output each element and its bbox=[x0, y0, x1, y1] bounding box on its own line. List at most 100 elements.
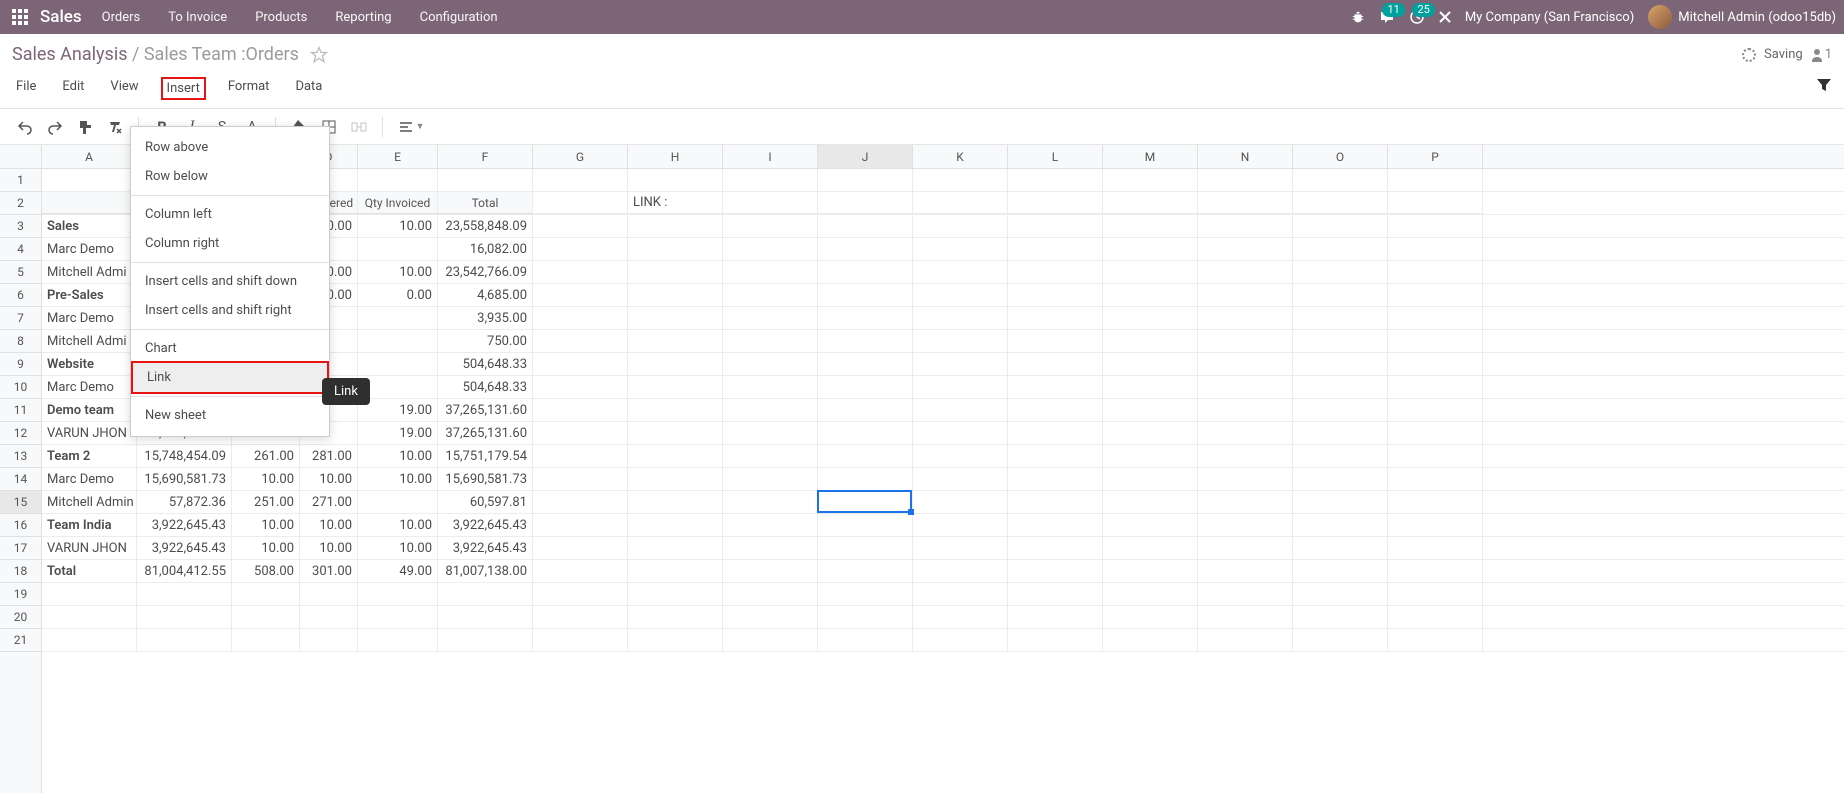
cell[interactable] bbox=[1103, 560, 1198, 582]
cell[interactable] bbox=[1008, 192, 1103, 214]
cell[interactable]: 10.00 bbox=[232, 468, 300, 490]
cell[interactable]: 16,082.00 bbox=[438, 238, 533, 260]
cell[interactable] bbox=[1103, 514, 1198, 536]
row-header-9[interactable]: 9 bbox=[0, 353, 41, 376]
cell[interactable]: 504,648.33 bbox=[438, 376, 533, 398]
row-header-18[interactable]: 18 bbox=[0, 560, 41, 583]
cell[interactable]: 10.00 bbox=[358, 215, 438, 237]
cell[interactable] bbox=[232, 606, 300, 628]
cell[interactable] bbox=[533, 583, 628, 605]
cell[interactable] bbox=[913, 445, 1008, 467]
cell[interactable]: Mitchell Admin bbox=[42, 491, 137, 513]
cell[interactable] bbox=[1293, 284, 1388, 306]
cell[interactable] bbox=[232, 583, 300, 605]
cell[interactable] bbox=[533, 192, 628, 214]
cell[interactable]: Website bbox=[42, 353, 137, 375]
cell[interactable] bbox=[1198, 215, 1293, 237]
cell[interactable] bbox=[438, 169, 533, 191]
cell[interactable] bbox=[818, 376, 913, 398]
cell[interactable] bbox=[1198, 376, 1293, 398]
cell[interactable]: 81,007,138.00 bbox=[438, 560, 533, 582]
cell[interactable] bbox=[913, 376, 1008, 398]
cell[interactable] bbox=[1198, 261, 1293, 283]
cell[interactable]: Mitchell Admi bbox=[42, 330, 137, 352]
cell[interactable] bbox=[1008, 284, 1103, 306]
cell[interactable]: 3,922,645.43 bbox=[137, 514, 232, 536]
cell[interactable]: LINK : bbox=[628, 192, 723, 214]
cell[interactable] bbox=[913, 468, 1008, 490]
cell[interactable] bbox=[1293, 215, 1388, 237]
cell[interactable] bbox=[1008, 468, 1103, 490]
cell[interactable]: 3,922,645.43 bbox=[438, 537, 533, 559]
cell[interactable] bbox=[1293, 537, 1388, 559]
cell[interactable] bbox=[533, 376, 628, 398]
cell[interactable] bbox=[1388, 169, 1483, 191]
cell[interactable] bbox=[913, 560, 1008, 582]
cell[interactable] bbox=[1293, 169, 1388, 191]
cell[interactable] bbox=[1103, 238, 1198, 260]
nav-products[interactable]: Products bbox=[255, 10, 307, 25]
cell[interactable]: 10.00 bbox=[232, 514, 300, 536]
cell[interactable] bbox=[818, 629, 913, 651]
cell[interactable] bbox=[1008, 261, 1103, 283]
cell[interactable]: 10.00 bbox=[300, 514, 358, 536]
cell[interactable] bbox=[723, 307, 818, 329]
cell[interactable] bbox=[1103, 537, 1198, 559]
cell[interactable] bbox=[1008, 445, 1103, 467]
menu-insert[interactable]: Insert bbox=[161, 77, 206, 100]
cell[interactable] bbox=[818, 169, 913, 191]
cell[interactable] bbox=[533, 261, 628, 283]
row-header-1[interactable]: 1 bbox=[0, 169, 41, 192]
cell[interactable] bbox=[1388, 284, 1483, 306]
cell[interactable]: 15,690,581.73 bbox=[137, 468, 232, 490]
cell[interactable] bbox=[818, 353, 913, 375]
cell[interactable] bbox=[628, 307, 723, 329]
cell[interactable]: 37,265,131.60 bbox=[438, 422, 533, 444]
cell[interactable] bbox=[1388, 422, 1483, 444]
cell[interactable] bbox=[1293, 606, 1388, 628]
cell[interactable] bbox=[1388, 606, 1483, 628]
cell[interactable] bbox=[1198, 422, 1293, 444]
nav-reporting[interactable]: Reporting bbox=[335, 10, 391, 25]
cell[interactable]: 10.00 bbox=[358, 445, 438, 467]
cell[interactable]: Total bbox=[438, 192, 533, 214]
cell[interactable] bbox=[818, 307, 913, 329]
cell[interactable] bbox=[1103, 330, 1198, 352]
cell[interactable] bbox=[358, 583, 438, 605]
cell[interactable] bbox=[1293, 353, 1388, 375]
cell[interactable] bbox=[818, 238, 913, 260]
cell[interactable]: 750.00 bbox=[438, 330, 533, 352]
row-header-16[interactable]: 16 bbox=[0, 514, 41, 537]
menu-view[interactable]: View bbox=[106, 77, 142, 100]
cell[interactable] bbox=[1388, 261, 1483, 283]
menu-file[interactable]: File bbox=[12, 77, 40, 100]
cell[interactable] bbox=[1198, 491, 1293, 513]
row-header-5[interactable]: 5 bbox=[0, 261, 41, 284]
menu-format[interactable]: Format bbox=[224, 77, 274, 100]
cell[interactable] bbox=[533, 330, 628, 352]
cell[interactable] bbox=[723, 514, 818, 536]
cell[interactable] bbox=[818, 537, 913, 559]
cell[interactable] bbox=[1293, 399, 1388, 421]
row-header-8[interactable]: 8 bbox=[0, 330, 41, 353]
cell[interactable] bbox=[533, 169, 628, 191]
cell[interactable] bbox=[913, 583, 1008, 605]
cell[interactable] bbox=[913, 169, 1008, 191]
cell[interactable]: 3,922,645.43 bbox=[137, 537, 232, 559]
cell[interactable] bbox=[818, 215, 913, 237]
cell[interactable] bbox=[1388, 537, 1483, 559]
cell[interactable] bbox=[818, 445, 913, 467]
cell[interactable]: Pre-Sales bbox=[42, 284, 137, 306]
cell[interactable] bbox=[1198, 629, 1293, 651]
cell[interactable] bbox=[1008, 560, 1103, 582]
cell[interactable]: Marc Demo bbox=[42, 307, 137, 329]
row-header-13[interactable]: 13 bbox=[0, 445, 41, 468]
cell[interactable] bbox=[913, 284, 1008, 306]
dropdown-item-row-above[interactable]: Row above bbox=[131, 133, 329, 162]
messages-icon[interactable]: 11 bbox=[1379, 9, 1395, 25]
dropdown-item-insert-cells-and-shift-down[interactable]: Insert cells and shift down bbox=[131, 267, 329, 296]
row-header-3[interactable]: 3 bbox=[0, 215, 41, 238]
cell[interactable]: Total bbox=[42, 560, 137, 582]
cell[interactable]: 19.00 bbox=[358, 422, 438, 444]
cell[interactable]: 281.00 bbox=[300, 445, 358, 467]
